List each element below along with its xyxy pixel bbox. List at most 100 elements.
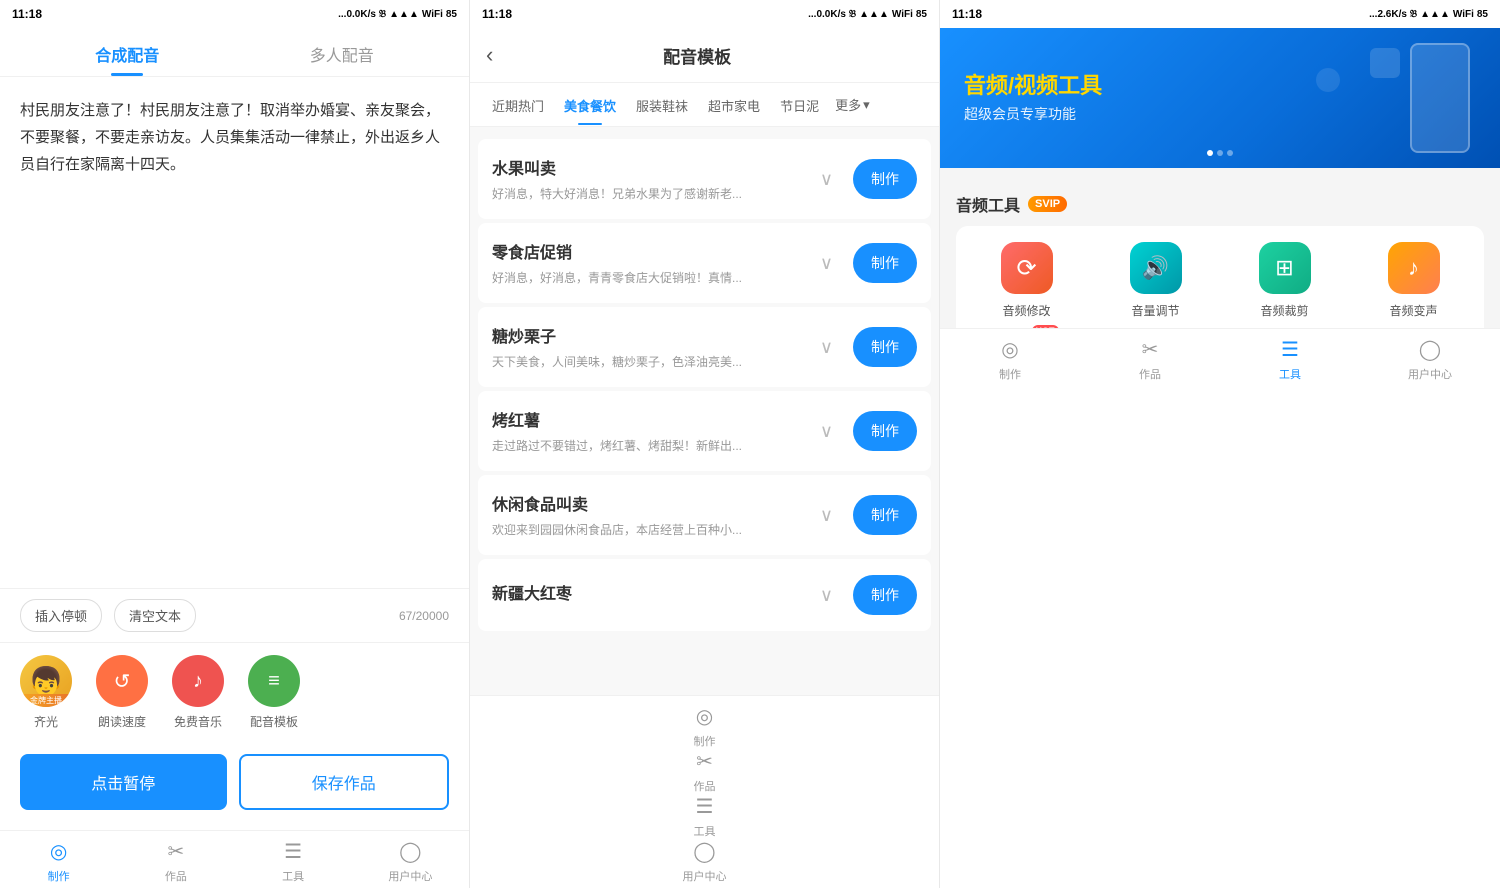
nav-tools-3[interactable]: ☰ 工具 [1220, 337, 1360, 884]
user-icon-2: ◯ [693, 839, 715, 864]
tool-volume-adjust[interactable]: 🔊 音量调节 [1097, 242, 1214, 319]
template-header: ‹ 配音模板 [470, 28, 939, 83]
tool-audio-trim[interactable]: ⊞ 音频裁剪 [1226, 242, 1343, 319]
works-icon-2: ✂ [696, 749, 713, 774]
panel-templates: 11:18 ...0.0K/s 𝔅 ▲▲▲ WiFi 85 ‹ 配音模板 近期热… [470, 0, 940, 888]
back-button[interactable]: ‹ [486, 42, 493, 68]
template-name-0: 水果叫卖 [492, 155, 800, 179]
list-item: 水果叫卖 好消息，特大好消息！兄弟水果为了感谢新老... ∨ 制作 [478, 139, 931, 219]
nav-works-label-2: 作品 [694, 778, 716, 794]
nav-make-1[interactable]: ◎ 制作 [0, 839, 117, 884]
dot-3 [1227, 150, 1233, 156]
nav-tools-label-3: 工具 [1279, 366, 1301, 382]
list-item: 烤红薯 走过路过不要错过，烤红薯、烤甜梨！新鲜出... ∨ 制作 [478, 391, 931, 471]
tool-voice-change[interactable]: ♪ 音频变声 [1355, 242, 1472, 319]
cat-recent[interactable]: 近期热门 [482, 84, 554, 125]
pause-button[interactable]: 点击暂停 [20, 754, 227, 810]
cat-more[interactable]: 更多 ▾ [829, 83, 876, 126]
template-info-3: 烤红薯 走过路过不要错过，烤红薯、烤甜梨！新鲜出... [492, 407, 800, 455]
expand-icon-4[interactable]: ∨ [812, 501, 841, 530]
nav-user-3[interactable]: ◯ 用户中心 [1360, 337, 1500, 884]
banner-subtitle: 超级会员专享功能 [964, 104, 1102, 124]
nav-works-2[interactable]: ✂ 作品 [470, 749, 939, 794]
make-icon-3: ◎ [1001, 337, 1018, 362]
deco-icon-1 [1370, 48, 1400, 78]
make-button-1[interactable]: 制作 [853, 243, 917, 283]
template-name-2: 糖炒栗子 [492, 323, 800, 347]
make-button-3[interactable]: 制作 [853, 411, 917, 451]
list-item: 零食店促销 好消息，好消息，青青零食店大促销啦！真情... ∨ 制作 [478, 223, 931, 303]
nav-works-label-3: 作品 [1139, 366, 1161, 382]
volume-adjust-icon: 🔊 [1130, 242, 1182, 294]
free-music-item[interactable]: ♪ 免费音乐 [172, 655, 224, 730]
cat-festival[interactable]: 节日泥 [770, 84, 829, 125]
nav-works-1[interactable]: ✂ 作品 [117, 839, 234, 884]
make-icon-1: ◎ [50, 839, 67, 864]
expand-icon-2[interactable]: ∨ [812, 333, 841, 362]
nav-tools-1[interactable]: ☰ 工具 [235, 839, 352, 884]
read-speed-label: 朗读速度 [98, 713, 146, 730]
template-name-4: 休闲食品叫卖 [492, 491, 800, 515]
battery-3: 85 [1477, 9, 1488, 20]
signal-icon-2: ▲▲▲ [859, 9, 889, 20]
signal-icons-1: ...0.0K/s 𝔅 ▲▲▲ WiFi 85 [338, 9, 457, 20]
save-button[interactable]: 保存作品 [239, 754, 450, 810]
expand-icon-3[interactable]: ∨ [812, 417, 841, 446]
voice-avatar-item[interactable]: 👦 金牌主播 齐光 [20, 655, 72, 730]
free-music-label: 免费音乐 [174, 713, 222, 730]
panel-synthesis: 11:18 ...0.0K/s 𝔅 ▲▲▲ WiFi 85 合成配音 多人配音 … [0, 0, 470, 888]
template-list: 水果叫卖 好消息，特大好消息！兄弟水果为了感谢新老... ∨ 制作 零食店促销 … [470, 127, 939, 695]
cat-food[interactable]: 美食餐饮 [554, 84, 626, 125]
template-name-5: 新疆大红枣 [492, 580, 800, 604]
tools-icon-1: ☰ [284, 839, 302, 864]
time-1: 11:18 [12, 7, 42, 21]
cat-clothing[interactable]: 服装鞋袜 [626, 84, 698, 125]
time-2: 11:18 [482, 7, 512, 21]
nav-make-2[interactable]: ◎ 制作 [470, 704, 939, 749]
nav-works-3[interactable]: ✂ 作品 [1080, 337, 1220, 884]
clear-text-button[interactable]: 清空文本 [114, 599, 196, 632]
nav-user-2[interactable]: ◯ 用户中心 [470, 839, 939, 884]
network-speed-3: ...2.6K/s [1369, 9, 1407, 20]
read-speed-item[interactable]: ↺ 朗读速度 [96, 655, 148, 730]
battery-2: 85 [916, 9, 927, 20]
volume-adjust-label: 音量调节 [1131, 302, 1179, 319]
template-info-4: 休闲食品叫卖 欢迎来到园园休闲食品店，本店经营上百种小... [492, 491, 800, 539]
cat-supermarket[interactable]: 超市家电 [698, 84, 770, 125]
audio-trim-label: 音频裁剪 [1260, 302, 1308, 319]
nav-tools-2[interactable]: ☰ 工具 [470, 794, 939, 839]
nav-make-label-1: 制作 [48, 868, 70, 884]
user-icon-3: ◯ [1419, 337, 1441, 362]
make-button-4[interactable]: 制作 [853, 495, 917, 535]
insert-pause-button[interactable]: 插入停顿 [20, 599, 102, 632]
gold-badge: 金牌主播 [20, 694, 72, 707]
audio-tools-grid: ⟳ 音频修改 🔊 音量调节 ⊞ 音频裁剪 ♪ 音频变声 [956, 226, 1484, 328]
bluetooth-icon-3: 𝔅 [1410, 9, 1417, 20]
signal-icon-3: ▲▲▲ [1420, 9, 1450, 20]
list-item: 糖炒栗子 天下美食，人间美味，糖炒栗子，色泽油亮美... ∨ 制作 [478, 307, 931, 387]
nav-user-1[interactable]: ◯ 用户中心 [352, 839, 469, 884]
make-button-2[interactable]: 制作 [853, 327, 917, 367]
voice-avatar: 👦 金牌主播 [20, 655, 72, 707]
template-item[interactable]: ≡ 配音模板 [248, 655, 300, 730]
nav-make-3[interactable]: ◎ 制作 [940, 337, 1080, 884]
tools-banner[interactable]: 音频/视频工具 超级会员专享功能 [940, 28, 1500, 168]
template-name-1: 零食店促销 [492, 239, 800, 263]
make-button-5[interactable]: 制作 [853, 575, 917, 615]
voice-change-icon: ♪ [1388, 242, 1440, 294]
status-bar-1: 11:18 ...0.0K/s 𝔅 ▲▲▲ WiFi 85 [0, 0, 469, 28]
template-info-2: 糖炒栗子 天下美食，人间美味，糖炒栗子，色泽油亮美... [492, 323, 800, 371]
expand-icon-1[interactable]: ∨ [812, 249, 841, 278]
banner-text: 音频/视频工具 超级会员专享功能 [964, 72, 1102, 125]
expand-icon-5[interactable]: ∨ [812, 581, 841, 610]
word-count: 67/20000 [399, 609, 449, 623]
tab-multi[interactable]: 多人配音 [235, 28, 450, 76]
expand-icon-0[interactable]: ∨ [812, 165, 841, 194]
script-textarea[interactable]: 村民朋友注意了！村民朋友注意了！取消举办婚宴、亲友聚会，不要聚餐，不要走亲访友。… [0, 77, 469, 588]
tools-content: 音频工具 SVIP ⟳ 音频修改 🔊 音量调节 ⊞ 音频裁剪 [940, 168, 1500, 328]
header-title: 配音模板 [505, 43, 889, 68]
tab-synthesis[interactable]: 合成配音 [20, 28, 235, 76]
voice-name: 齐光 [34, 713, 58, 730]
make-button-0[interactable]: 制作 [853, 159, 917, 199]
tool-audio-modify[interactable]: ⟳ 音频修改 [968, 242, 1085, 319]
